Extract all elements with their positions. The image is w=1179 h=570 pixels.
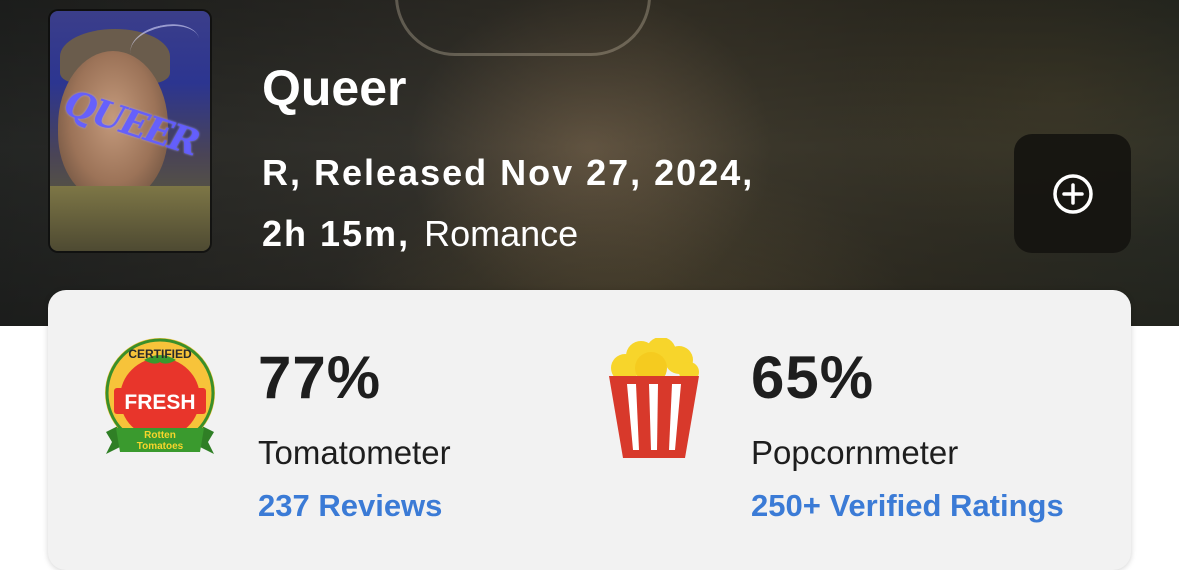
plus-circle-icon bbox=[1052, 173, 1093, 214]
movie-meta: R, Released Nov 27, 2024, 2h 15m, Romance bbox=[262, 142, 922, 264]
rating-release-date: R, Released Nov 27, 2024, bbox=[262, 152, 755, 193]
runtime-genre-line: 2h 15m, Romance bbox=[262, 203, 922, 264]
tomatometer-score: 77% bbox=[258, 344, 382, 411]
badge-rotten-text: Rotten bbox=[144, 430, 176, 441]
popcornmeter-label: Popcornmeter bbox=[751, 434, 959, 471]
tomatometer-reviews-link[interactable]: 237 Reviews bbox=[258, 486, 578, 526]
add-to-watchlist-button[interactable] bbox=[1014, 134, 1131, 253]
genre: Romance bbox=[424, 213, 579, 254]
badge-certified-text: CERTIFIED bbox=[128, 347, 192, 361]
badge-fresh-text: FRESH bbox=[124, 391, 195, 414]
movie-title: Queer bbox=[262, 60, 407, 116]
hero-glasses-decoration bbox=[395, 0, 651, 56]
movie-poster[interactable]: QUEER bbox=[50, 11, 210, 251]
badge-tomatoes-text: Tomatoes bbox=[137, 441, 184, 452]
popcorn-icon bbox=[609, 338, 699, 458]
runtime: 2h 15m, bbox=[262, 213, 411, 254]
poster-shirt bbox=[50, 186, 210, 251]
popcornmeter-ratings-link[interactable]: 250+ Verified Ratings bbox=[751, 486, 1069, 526]
tomatometer-label: Tomatometer bbox=[258, 434, 451, 471]
certified-fresh-icon: CERTIFIED FRESH Rotten Tomatoes bbox=[105, 338, 215, 454]
popcornmeter-score: 65% bbox=[751, 344, 875, 411]
